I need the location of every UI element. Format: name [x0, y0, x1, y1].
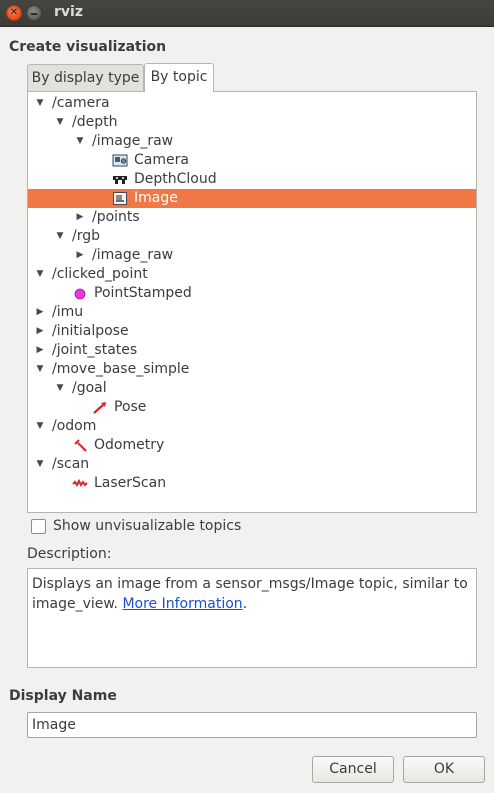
collapsed-arrow-icon[interactable]: ▶ [35, 322, 45, 341]
tab-by-topic[interactable]: By topic [144, 63, 214, 92]
show-unvisualizable-label[interactable]: Show unvisualizable topics [53, 518, 241, 534]
more-information-link[interactable]: More Information [122, 596, 242, 612]
tree-item-label: LaserScan [94, 475, 167, 491]
expanded-arrow-icon[interactable]: ▼ [35, 360, 45, 379]
tree-item-label: /image_raw [92, 133, 174, 149]
tree-item-depthcloud-display[interactable]: DepthCloud [28, 170, 476, 189]
tree-item-label: /imu [52, 304, 84, 320]
tree-item-move-base-simple[interactable]: ▼ /move_base_simple [28, 360, 476, 379]
tree-item-label: /clicked_point [52, 266, 148, 282]
tree-item-odometry-display[interactable]: Odometry [28, 436, 476, 455]
tree-item-label: /odom [52, 418, 97, 434]
tree-item-depth-image-raw[interactable]: ▼ /image_raw [28, 132, 476, 151]
collapsed-arrow-icon[interactable]: ▶ [35, 303, 45, 322]
minimize-window-button[interactable] [26, 5, 42, 21]
ok-button[interactable]: OK [403, 756, 485, 783]
window-title: rviz [54, 4, 83, 20]
tree-item-label: /image_raw [92, 247, 174, 263]
tree-item-rgb[interactable]: ▼ /rgb [28, 227, 476, 246]
close-window-button[interactable]: ✕ [6, 5, 22, 21]
tree-item-label: Odometry [94, 437, 165, 453]
pointstamped-display-icon [72, 286, 88, 301]
depthcloud-display-icon [112, 172, 128, 187]
description-label: Description: [27, 546, 112, 562]
description-text: Displays an image from a sensor_msgs/Ima… [32, 576, 468, 612]
display-name-input[interactable] [27, 712, 477, 738]
tree-item-label: /camera [52, 95, 110, 111]
tree-item-image-display[interactable]: Image [28, 189, 476, 208]
tree-item-laserscan-display[interactable]: LaserScan [28, 474, 476, 493]
topic-tree[interactable]: ▼ /camera ▼ /depth ▼ /image_raw Camera D… [27, 91, 477, 513]
tree-item-odom[interactable]: ▼ /odom [28, 417, 476, 436]
tree-item-label: Pose [114, 399, 147, 415]
tree-item-label: Image [134, 190, 178, 206]
expanded-arrow-icon[interactable]: ▼ [35, 265, 45, 284]
tree-item-pose-display[interactable]: Pose [28, 398, 476, 417]
tab-by-display-type[interactable]: By display type [27, 64, 144, 92]
laserscan-display-icon [72, 476, 88, 491]
window-titlebar: ✕ rviz [0, 0, 494, 27]
expanded-arrow-icon[interactable]: ▼ [35, 94, 45, 113]
tree-item-label: /depth [72, 114, 118, 130]
tree-item-pointstamped-display[interactable]: PointStamped [28, 284, 476, 303]
tree-item-label: /initialpose [52, 323, 129, 339]
display-name-heading: Display Name [9, 688, 117, 704]
tree-item-label: /goal [72, 380, 107, 396]
tree-item-camera[interactable]: ▼ /camera [28, 94, 476, 113]
tree-item-label: /scan [52, 456, 90, 472]
cancel-button[interactable]: Cancel [312, 756, 394, 783]
tree-item-label: /move_base_simple [52, 361, 190, 377]
tree-item-label: DepthCloud [134, 171, 217, 187]
camera-display-icon [112, 153, 128, 168]
description-trailing: . [242, 596, 248, 612]
expanded-arrow-icon[interactable]: ▼ [55, 227, 65, 246]
tree-item-label: PointStamped [94, 285, 192, 301]
expanded-arrow-icon[interactable]: ▼ [35, 417, 45, 436]
image-display-icon [112, 191, 128, 206]
tree-item-label: /points [92, 209, 140, 225]
collapsed-arrow-icon[interactable]: ▶ [35, 341, 45, 360]
tree-item-goal[interactable]: ▼ /goal [28, 379, 476, 398]
tree-item-label: /joint_states [52, 342, 138, 358]
tree-item-joint-states[interactable]: ▶ /joint_states [28, 341, 476, 360]
description-box: Displays an image from a sensor_msgs/Ima… [27, 568, 477, 668]
tree-item-label: Camera [134, 152, 189, 168]
expanded-arrow-icon[interactable]: ▼ [75, 132, 85, 151]
tree-item-scan[interactable]: ▼ /scan [28, 455, 476, 474]
tree-item-depth[interactable]: ▼ /depth [28, 113, 476, 132]
odometry-display-icon [72, 438, 88, 453]
tree-item-clicked-point[interactable]: ▼ /clicked_point [28, 265, 476, 284]
tree-item-label: /rgb [72, 228, 100, 244]
expanded-arrow-icon[interactable]: ▼ [35, 455, 45, 474]
tree-item-points[interactable]: ▶ /points [28, 208, 476, 227]
tree-item-initialpose[interactable]: ▶ /initialpose [28, 322, 476, 341]
tree-item-rgb-image-raw[interactable]: ▶ /image_raw [28, 246, 476, 265]
collapsed-arrow-icon[interactable]: ▶ [75, 208, 85, 227]
collapsed-arrow-icon[interactable]: ▶ [75, 246, 85, 265]
expanded-arrow-icon[interactable]: ▼ [55, 113, 65, 132]
tree-item-camera-display[interactable]: Camera [28, 151, 476, 170]
create-visualization-heading: Create visualization [9, 39, 167, 55]
tree-item-imu[interactable]: ▶ /imu [28, 303, 476, 322]
show-unvisualizable-checkbox[interactable] [31, 519, 46, 534]
expanded-arrow-icon[interactable]: ▼ [55, 379, 65, 398]
pose-display-icon [92, 400, 108, 415]
